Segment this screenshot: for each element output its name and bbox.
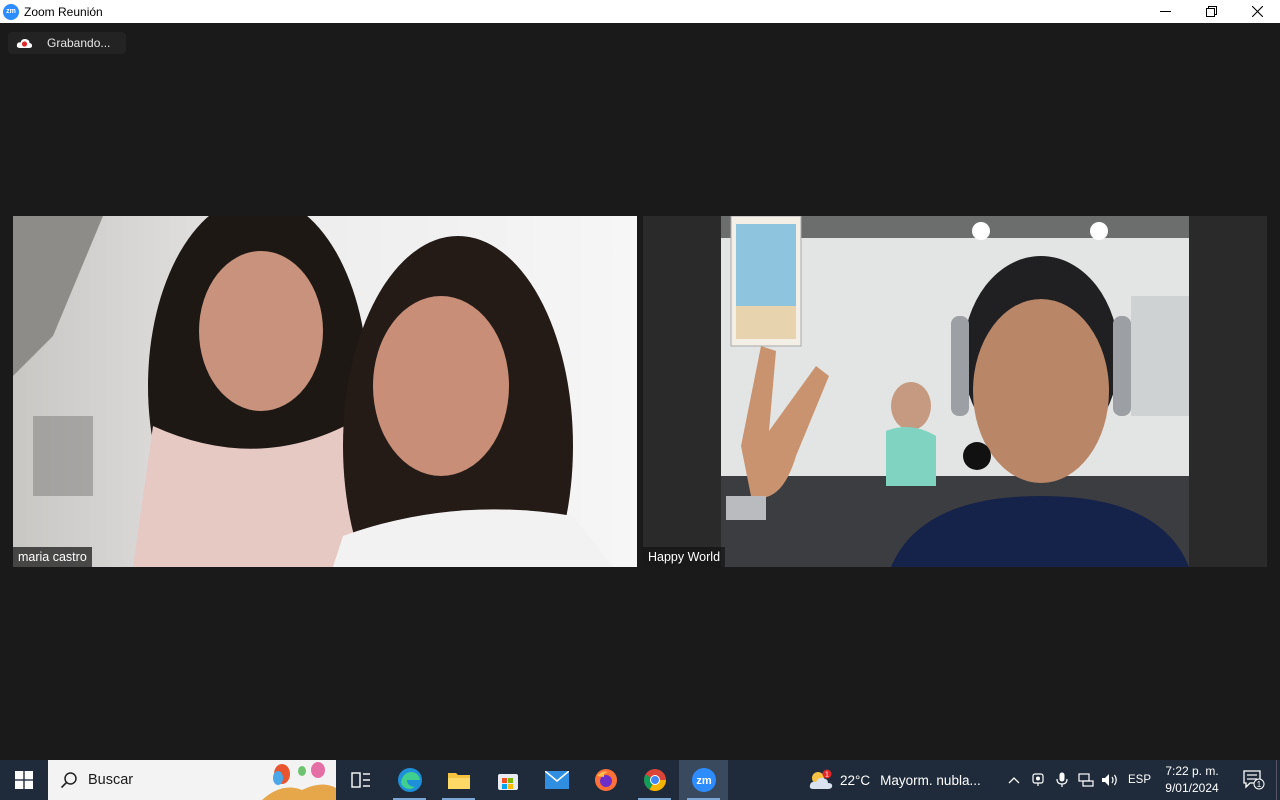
recording-indicator[interactable]: Grabando... xyxy=(8,32,126,54)
network-icon xyxy=(1078,773,1094,787)
show-hidden-icons-button[interactable] xyxy=(1002,760,1026,800)
taskbar-zoom[interactable]: zm xyxy=(679,760,728,800)
minimize-button[interactable] xyxy=(1142,0,1188,23)
folder-icon xyxy=(447,773,470,789)
clock-time: 7:22 p. m. xyxy=(1165,764,1219,778)
tray-microphone[interactable] xyxy=(1050,760,1074,800)
taskbar-edge[interactable] xyxy=(385,760,434,800)
edge-icon xyxy=(397,768,422,792)
notification-icon: 1 xyxy=(1243,770,1265,790)
weather-alert-count: 1 xyxy=(825,772,829,779)
hot-air-balloon-icon xyxy=(262,762,336,800)
participant-name-tag: maria castro xyxy=(13,547,92,567)
video-tile-happy-world[interactable]: Happy World xyxy=(643,216,1267,567)
taskbar-file-explorer[interactable] xyxy=(434,760,483,800)
chrome-icon xyxy=(643,769,666,791)
notification-count: 1 xyxy=(1257,780,1262,789)
windows-logo-icon xyxy=(15,771,33,789)
close-icon xyxy=(1251,6,1263,17)
microphone-icon xyxy=(1056,772,1068,787)
camera-icon xyxy=(1032,773,1044,786)
tray-network[interactable] xyxy=(1074,760,1098,800)
taskbar-clock[interactable]: 7:22 p. m. 9/01/2024 xyxy=(1160,760,1224,800)
close-button[interactable] xyxy=(1234,0,1280,23)
window-title: Zoom Reunión xyxy=(24,4,103,19)
weather-temperature: 22°C xyxy=(840,772,871,788)
task-view-button[interactable] xyxy=(336,760,385,800)
show-desktop-button[interactable] xyxy=(1276,760,1280,800)
store-icon xyxy=(497,774,518,790)
minimize-icon xyxy=(1159,11,1171,12)
taskbar-chrome[interactable] xyxy=(630,760,679,800)
title-bar: zm Zoom Reunión xyxy=(0,0,1280,23)
restore-button[interactable] xyxy=(1188,0,1234,23)
windows-taskbar: Buscar zm 1 22°C Mayorm. nubla... ESP 7:… xyxy=(0,760,1280,800)
cloud-recording-icon xyxy=(16,38,33,48)
search-placeholder: Buscar xyxy=(88,772,134,788)
tray-webcam[interactable] xyxy=(1026,760,1050,800)
weather-widget[interactable]: 1 22°C Mayorm. nubla... xyxy=(808,760,981,800)
video-tile-maria-castro[interactable]: maria castro xyxy=(13,216,637,567)
participant-video xyxy=(721,216,1189,567)
start-button[interactable] xyxy=(0,760,48,800)
tray-volume[interactable] xyxy=(1098,760,1122,800)
clock-date: 9/01/2024 xyxy=(1165,781,1219,795)
notification-center-button[interactable]: 1 xyxy=(1234,760,1274,800)
chevron-up-icon xyxy=(1008,777,1020,784)
taskbar-search-box[interactable]: Buscar xyxy=(48,760,336,800)
taskbar-mail[interactable] xyxy=(532,760,581,800)
search-icon xyxy=(60,772,77,789)
zoom-logo-icon: zm xyxy=(3,3,19,20)
zoom-app-icon: zm xyxy=(691,768,716,792)
mail-icon xyxy=(544,771,569,789)
partly-cloudy-icon: 1 xyxy=(809,769,833,789)
input-language[interactable]: ESP xyxy=(1128,774,1158,786)
weather-description: Mayorm. nubla... xyxy=(880,772,981,788)
firefox-icon xyxy=(594,769,617,791)
recording-label: Grabando... xyxy=(47,36,111,50)
task-view-icon xyxy=(350,772,370,788)
window-controls xyxy=(1142,0,1280,23)
zoom-app-icon-text: zm xyxy=(696,775,712,787)
volume-icon xyxy=(1102,774,1117,786)
participant-name-tag: Happy World xyxy=(643,547,726,567)
taskbar-firefox[interactable] xyxy=(581,760,630,800)
taskbar-store[interactable] xyxy=(483,760,532,800)
restore-icon xyxy=(1205,6,1217,17)
participant-video xyxy=(13,216,637,567)
system-tray: ESP xyxy=(1002,760,1158,800)
